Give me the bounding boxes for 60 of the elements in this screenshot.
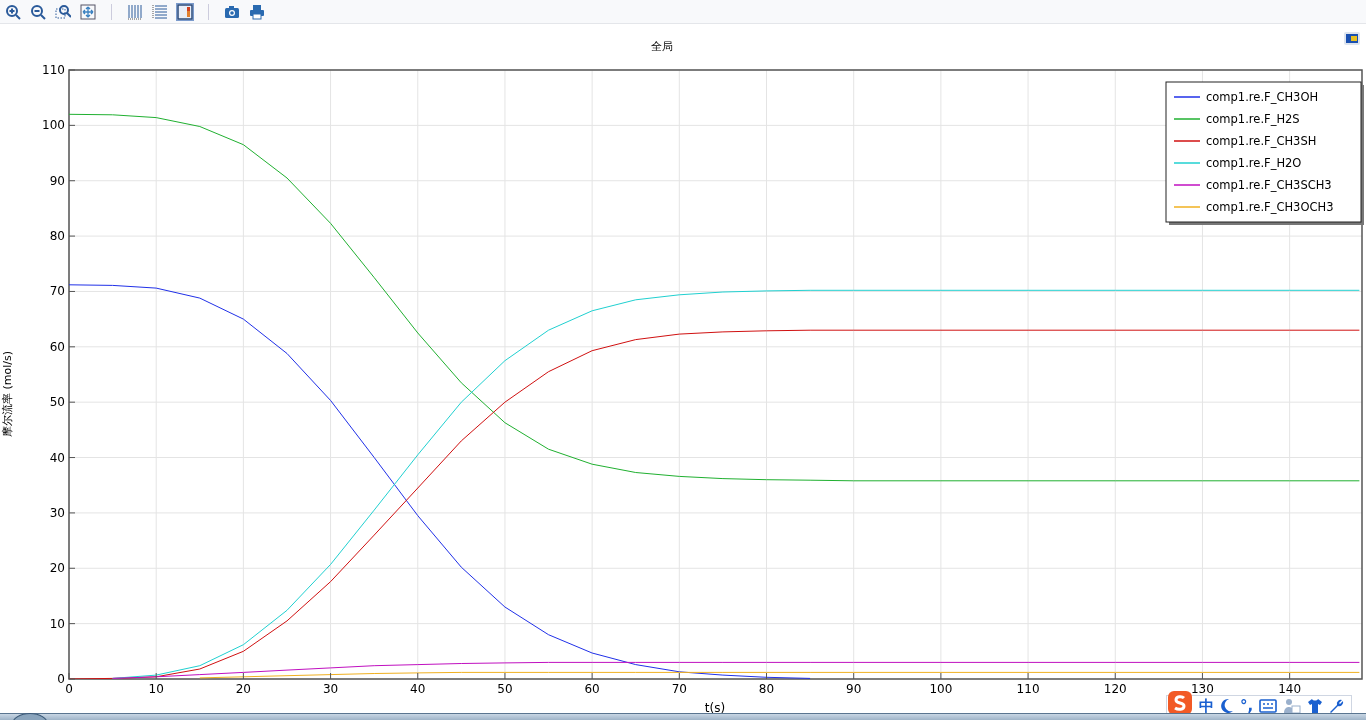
- vertical-grid-icon: [127, 3, 143, 20]
- tick-label: 50: [497, 682, 513, 696]
- tick-label: 20: [235, 682, 251, 696]
- legend-label: comp1.re.F_CH3SH: [1206, 134, 1317, 148]
- keyboard-icon[interactable]: [1259, 699, 1278, 713]
- punctuation-toggle[interactable]: °,: [1240, 698, 1254, 714]
- y-axis-label: 摩尔流率 (mol/s): [1, 351, 14, 437]
- zoom-out-icon: [30, 3, 46, 20]
- tick-label: 90: [49, 173, 65, 188]
- tick-label: 110: [1016, 682, 1040, 696]
- tick-label: 10: [49, 616, 65, 631]
- zoom-out-button[interactable]: [29, 2, 47, 21]
- color-bar-icon: [177, 3, 193, 20]
- tick-label: 100: [929, 682, 953, 696]
- window-icon: [1344, 32, 1360, 45]
- zoom-extents-icon: [80, 3, 96, 20]
- tick-label: 20: [49, 561, 65, 576]
- shirt-icon[interactable]: [1307, 698, 1324, 714]
- moon-icon[interactable]: [1220, 698, 1234, 714]
- zoom-in-button[interactable]: [4, 2, 22, 21]
- legend-label: comp1.re.F_CH3SCH3: [1206, 178, 1332, 192]
- tick-label: 70: [49, 284, 65, 299]
- tick-label: 60: [584, 682, 600, 696]
- tick-label: 90: [846, 682, 862, 696]
- tick-label: 30: [322, 682, 339, 696]
- zoom-box-icon: [55, 3, 71, 20]
- printer-button[interactable]: [248, 2, 266, 21]
- chart-title: 全局: [651, 40, 673, 53]
- tick-label: 50: [49, 395, 65, 410]
- tick-label: 140: [1278, 682, 1302, 696]
- camera-icon: [224, 3, 240, 20]
- legend-label: comp1.re.F_H2O: [1206, 156, 1302, 170]
- horizontal-grid-icon: [152, 3, 168, 20]
- zoom-extents-button[interactable]: [79, 2, 97, 21]
- user-card-icon[interactable]: [1283, 698, 1302, 714]
- tick-label: 110: [42, 63, 65, 77]
- zoom-in-icon: [5, 3, 21, 20]
- tick-label: 100: [42, 118, 65, 133]
- printer-icon: [249, 3, 265, 20]
- tick-label: 80: [49, 229, 65, 244]
- color-bar-button[interactable]: [176, 2, 194, 21]
- ime-logo-icon[interactable]: [1167, 690, 1193, 716]
- language-toggle[interactable]: 中: [1199, 698, 1214, 714]
- legend-label: comp1.re.F_H2S: [1206, 112, 1300, 126]
- tick-label: 40: [49, 450, 65, 465]
- tick-label: 0: [57, 672, 65, 686]
- tick-label: 10: [148, 682, 164, 696]
- tick-label: 80: [758, 682, 775, 696]
- tick-label: 0: [65, 682, 73, 696]
- tick-label: 130: [1191, 682, 1214, 696]
- x-axis-label: t(s): [704, 701, 726, 715]
- wrench-icon[interactable]: [1329, 698, 1346, 714]
- tick-label: 60: [49, 339, 65, 354]
- tick-label: 40: [410, 682, 426, 696]
- tick-label: 70: [671, 682, 687, 696]
- legend-label: comp1.re.F_CH3OCH3: [1206, 200, 1334, 214]
- zoom-box-button[interactable]: [54, 2, 72, 21]
- legend-label: comp1.re.F_CH3OH: [1206, 90, 1319, 104]
- tick-label: 30: [49, 505, 65, 520]
- tick-label: 120: [1103, 682, 1127, 696]
